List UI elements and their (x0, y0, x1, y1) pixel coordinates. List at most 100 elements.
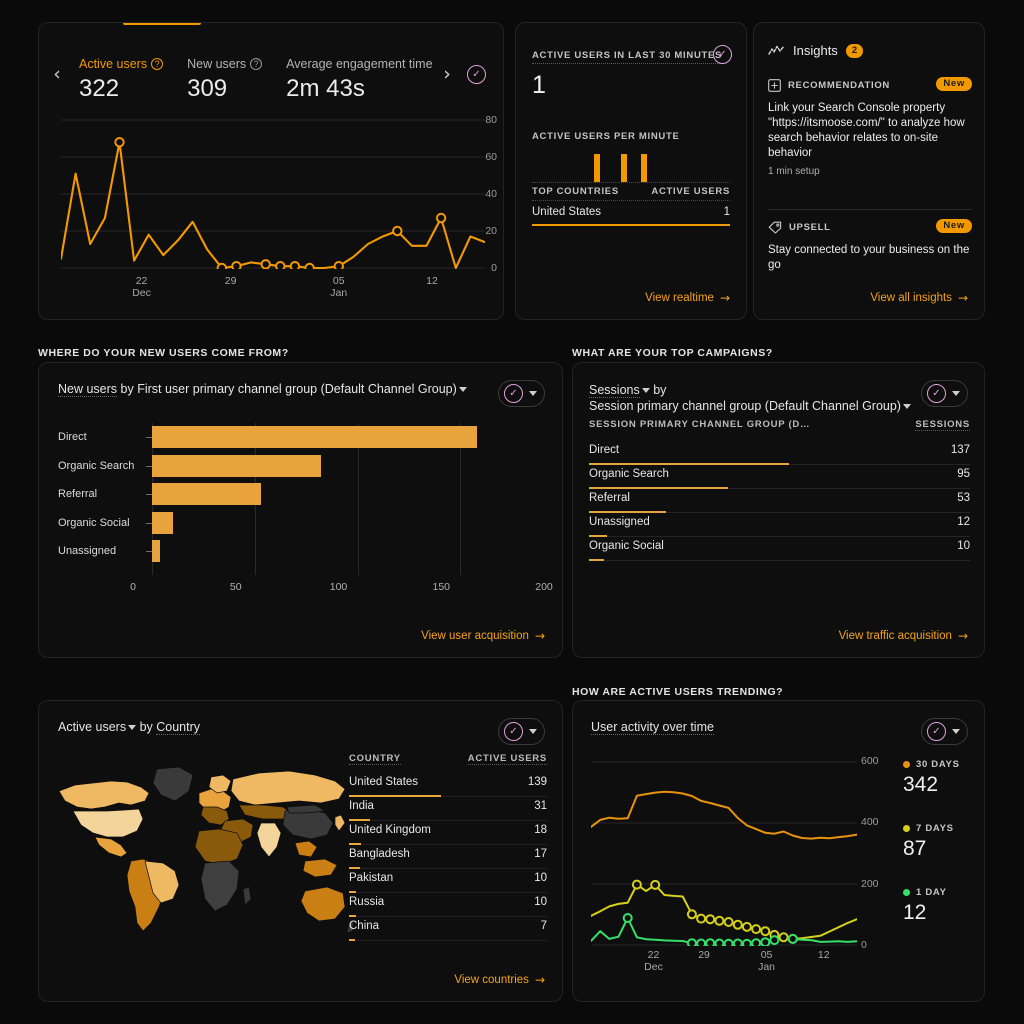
comparison-selector[interactable]: ✓ (498, 718, 545, 745)
row-label: Organic Social (589, 540, 664, 552)
table-row[interactable]: Referral 53 (589, 489, 970, 513)
plus-box-icon (768, 79, 781, 92)
arrow-right-icon: → (957, 629, 968, 643)
check-circle-icon: ✓ (467, 65, 486, 84)
table-row[interactable]: United States 1 (532, 206, 730, 218)
title-dimension[interactable]: Session primary channel group (Default C… (589, 399, 901, 413)
check-circle-icon: ✓ (927, 384, 946, 403)
metric-active-users[interactable]: Active users ? 322 (79, 57, 164, 103)
data-point (435, 212, 447, 224)
y-tick-label: 60 (485, 151, 497, 163)
data-point (114, 137, 125, 148)
realtime-per-minute-header: ACTIVE USERS PER MINUTE (532, 126, 680, 144)
view-countries-link[interactable]: View countries → (454, 973, 545, 987)
chevron-down-icon[interactable] (128, 725, 137, 731)
insight-kicker: UPSELL (789, 222, 831, 233)
row-value: 10 (534, 872, 547, 884)
view-user-acquisition-link[interactable]: View user acquisition → (421, 629, 545, 643)
realtime-check-circle[interactable]: ✓ (713, 45, 732, 64)
table-row[interactable]: Unassigned 12 (589, 513, 970, 537)
row-label: United States (349, 776, 419, 788)
legend-label: 30 DAYS (916, 759, 960, 770)
table-row[interactable]: Pakistan 10 (349, 869, 547, 893)
data-point (696, 938, 707, 949)
x-tick-label: 22 Dec (644, 949, 663, 973)
card-title: Active users by Country (58, 720, 201, 735)
world-map[interactable] (53, 749, 354, 949)
x-tick-label: 22 Dec (132, 275, 151, 299)
new-badge: New (936, 77, 972, 91)
bar-row[interactable]: Organic Search (58, 452, 543, 480)
active-users-metrics-card: ‹ › Active users ? 322 New users ? 309 A… (38, 22, 504, 320)
data-point (650, 879, 661, 890)
chevron-down-icon[interactable] (952, 391, 960, 396)
title-dimension[interactable]: Country (156, 720, 201, 735)
chevron-down-icon[interactable] (952, 729, 960, 734)
row-label: Bangladesh (349, 848, 410, 860)
help-icon[interactable]: ? (151, 58, 164, 70)
user-activity-over-time-card: User activity over time ✓ 0 200 400 600 22 D… (572, 700, 985, 1002)
insight-item-upsell[interactable]: UPSELL New Stay connected to your busine… (768, 219, 972, 273)
view-realtime-link[interactable]: View realtime → (645, 291, 730, 305)
legend-label: 7 DAYS (916, 823, 954, 834)
view-all-insights-link[interactable]: View all insights → (870, 291, 968, 305)
view-traffic-acquisition-link[interactable]: View traffic acquisition → (839, 629, 968, 643)
title-dimension[interactable]: First user primary channel group (Defaul… (137, 382, 457, 396)
legend-item-30-days[interactable]: 30 DAYS 342 (903, 759, 983, 797)
x-tick-label: 05 Jan (330, 275, 348, 299)
top-campaigns-card: Sessions by Session primary channel grou… (572, 362, 985, 658)
bar-row[interactable]: Direct (58, 423, 543, 451)
table-row[interactable]: Organic Search 95 (589, 465, 970, 489)
metric-label: Active users (79, 57, 148, 71)
chevron-down-icon[interactable] (529, 391, 537, 396)
map-regions (58, 766, 354, 934)
comparison-selector[interactable]: ✓ (921, 380, 968, 407)
country-table-body: United States 139 India 31 United Kingdom 18 B… (349, 773, 547, 941)
table-row[interactable]: Organic Social 10 (589, 537, 970, 561)
bar-row[interactable]: Organic Social (58, 509, 543, 537)
row-value: 137 (950, 444, 970, 456)
title-mid: by (136, 720, 157, 734)
chevron-down-icon[interactable] (641, 388, 650, 394)
comparison-selector[interactable]: ✓ (921, 718, 968, 745)
bar-row[interactable]: Unassigned (58, 537, 543, 565)
metric-value: 309 (187, 75, 228, 102)
check-circle-icon: ✓ (713, 45, 732, 64)
table-row[interactable]: Russia 10 (349, 893, 547, 917)
comparison-selector[interactable]: ✓ (498, 380, 545, 407)
row-label: Pakistan (349, 872, 394, 884)
row-label: India (349, 800, 374, 812)
bar-row[interactable]: Referral (58, 480, 543, 508)
data-point (751, 938, 762, 949)
chevron-down-icon[interactable] (458, 387, 467, 393)
table-row[interactable]: Direct 137 (589, 441, 970, 465)
title-metric[interactable]: Sessions (589, 383, 640, 398)
prev-metric-button[interactable]: ‹ (47, 61, 67, 87)
legend-item-7-days[interactable]: 7 DAYS 87 (903, 823, 983, 861)
table-row[interactable]: Bangladesh 17 (349, 845, 547, 869)
metric-avg-engagement-time[interactable]: Average engagement time 2m 43s (286, 57, 432, 103)
new-users-by-channel-card: New users by First user primary channel … (38, 362, 563, 658)
row-value: 31 (534, 800, 547, 812)
data-point (778, 932, 789, 943)
link-label: View user acquisition (421, 630, 529, 642)
bar-fill (152, 483, 261, 505)
chevron-down-icon[interactable] (902, 404, 911, 410)
metrics-check-circle[interactable]: ✓ (467, 65, 486, 84)
table-row[interactable]: United States 139 (349, 773, 547, 797)
data-point (714, 915, 725, 926)
title-label[interactable]: User activity over time (591, 720, 714, 735)
data-point (631, 879, 642, 890)
table-row[interactable]: United Kingdom 18 (349, 821, 547, 845)
legend-item-1-day[interactable]: 1 DAY 12 (903, 887, 983, 925)
title-metric[interactable]: Active users (58, 720, 126, 734)
insight-item-recommendation[interactable]: RECOMMENDATION New Link your Search Cons… (768, 77, 972, 177)
table-row[interactable]: India 31 (349, 797, 547, 821)
title-metric[interactable]: New users (58, 382, 118, 397)
sparkline-svg (59, 119, 487, 274)
metric-new-users[interactable]: New users ? 309 (187, 57, 263, 103)
metric-value: 2m 43s (286, 75, 365, 102)
chevron-down-icon[interactable] (529, 729, 537, 734)
help-icon[interactable]: ? (250, 58, 263, 70)
table-row[interactable]: China 7 (349, 917, 547, 941)
